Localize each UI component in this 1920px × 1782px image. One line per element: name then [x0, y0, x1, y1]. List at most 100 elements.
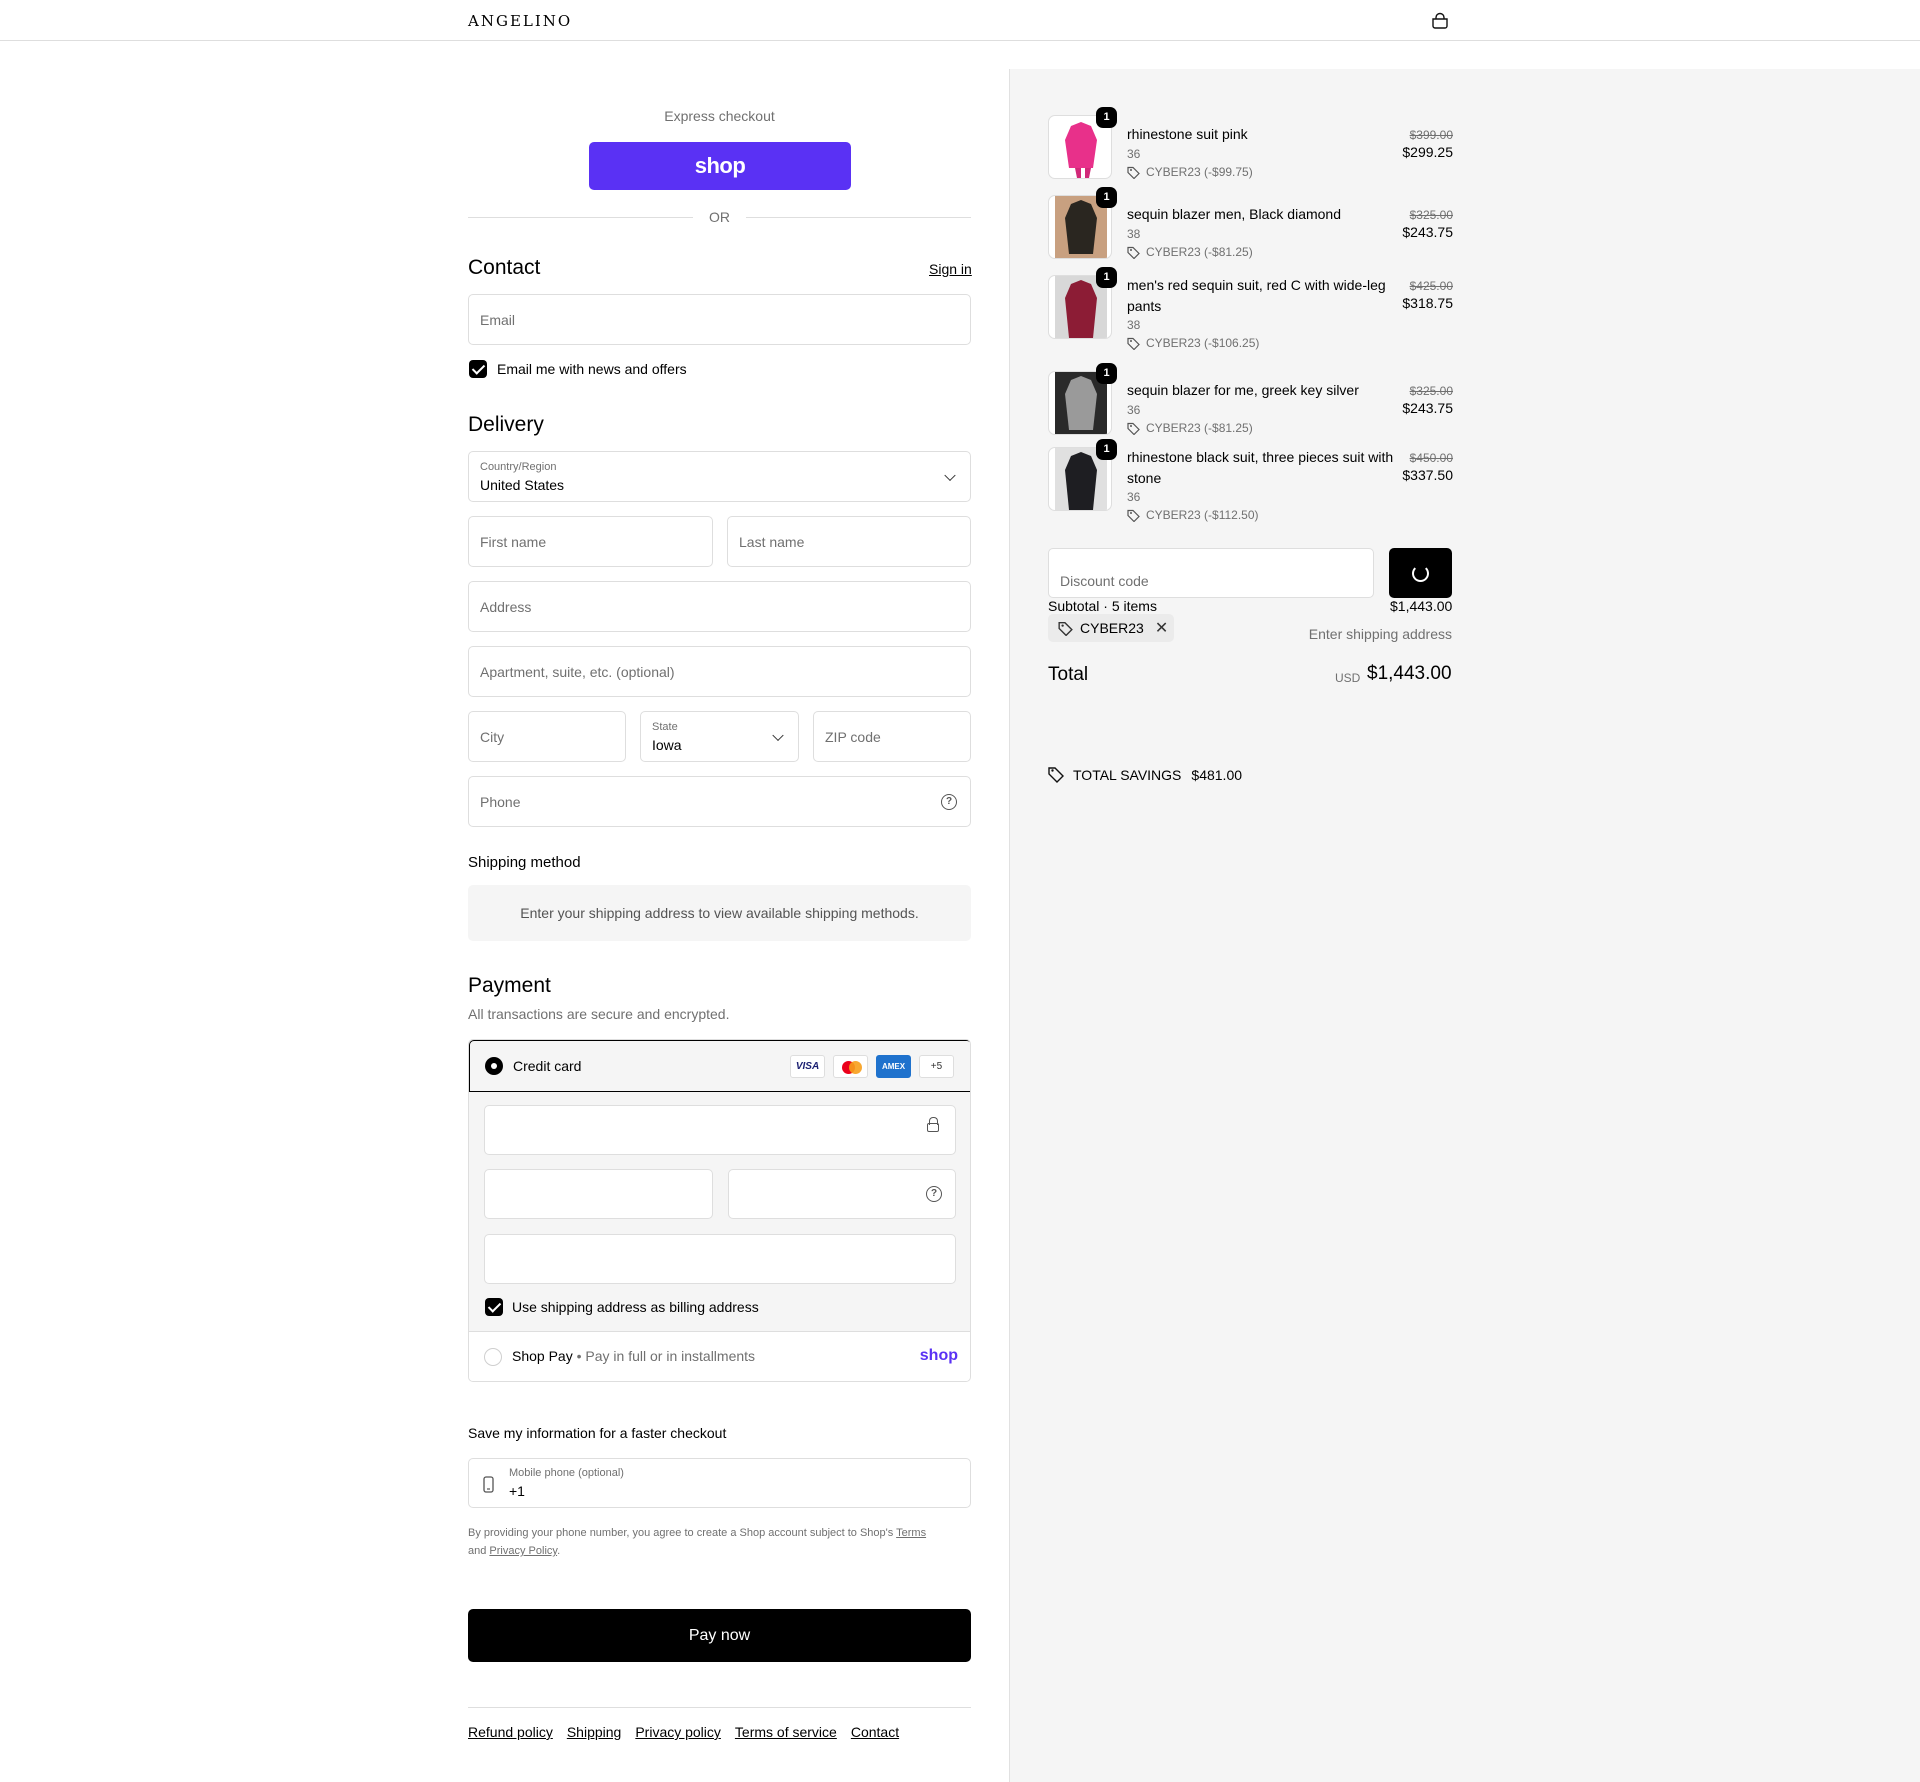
savings-label: TOTAL SAVINGS [1073, 766, 1182, 783]
payment-methods: Credit card VISA AMEX +5 ? Use shipping … [468, 1039, 971, 1382]
credit-card-radio[interactable] [485, 1057, 503, 1075]
close-icon[interactable]: ✕ [1155, 618, 1168, 638]
line-item: 1 rhinestone suit pink 36 CYBER23 (-$99.… [1048, 107, 1453, 185]
help-icon[interactable]: ? [941, 793, 957, 810]
lock-icon [927, 1117, 939, 1132]
or-divider: OR [468, 207, 971, 227]
shipping-policy-link[interactable]: Shipping [567, 1724, 622, 1740]
tag-icon [1127, 246, 1140, 259]
shop-pay-option[interactable]: Shop Pay • Pay in full or in installment… [469, 1331, 970, 1381]
zip-field[interactable]: ZIP code [813, 711, 971, 762]
discount-code-field[interactable]: Discount code [1048, 548, 1374, 598]
card-number-field[interactable] [484, 1105, 956, 1155]
shipping-methods-notice: Enter your shipping address to view avai… [468, 885, 971, 941]
quantity-badge: 1 [1096, 107, 1117, 128]
tag-icon [1127, 166, 1140, 179]
state-select[interactable]: State Iowa [640, 711, 799, 762]
item-discount: CYBER23 (-$106.25) [1127, 336, 1259, 350]
refund-policy-link[interactable]: Refund policy [468, 1724, 553, 1740]
discount-text: CYBER23 (-$81.25) [1146, 245, 1253, 259]
address-field[interactable]: Address [468, 581, 971, 632]
shop-pay-radio[interactable] [484, 1348, 502, 1366]
legal-notice: By providing your phone number, you agre… [468, 1524, 971, 1560]
chevron-down-icon [772, 729, 784, 741]
delivery-title: Delivery [468, 413, 544, 436]
footer-divider [468, 1707, 971, 1708]
terms-of-service-link[interactable]: Terms of service [735, 1724, 837, 1740]
country-label: Country/Region [480, 461, 557, 473]
discount-text: CYBER23 (-$99.75) [1146, 165, 1253, 179]
terms-link[interactable]: Terms [896, 1527, 926, 1539]
help-icon[interactable]: ? [926, 1186, 942, 1202]
item-variant: 36 [1127, 147, 1141, 161]
item-name: men's red sequin suit, red C with wide-l… [1127, 277, 1386, 314]
item-discount: CYBER23 (-$99.75) [1127, 165, 1253, 179]
mobile-phone-field[interactable]: Mobile phone (optional) +1 [468, 1458, 971, 1508]
shop-pay-subtitle: Pay in full or in installments [585, 1348, 756, 1364]
shipping-method-title: Shipping method [468, 854, 581, 871]
pay-now-button[interactable]: Pay now [468, 1609, 971, 1662]
quantity-badge: 1 [1096, 267, 1117, 288]
item-price: $243.75 [1402, 400, 1453, 416]
amex-icon: AMEX [876, 1055, 911, 1078]
phone-field[interactable]: Phone ? [468, 776, 971, 827]
credit-card-option[interactable]: Credit card VISA AMEX +5 [469, 1040, 970, 1092]
item-discount: CYBER23 (-$112.50) [1127, 508, 1259, 522]
payment-subtitle: All transactions are secure and encrypte… [468, 1006, 730, 1022]
apply-discount-button[interactable] [1389, 548, 1452, 598]
line-item: 1 men's red sequin suit, red C with wide… [1048, 267, 1453, 365]
applied-code: CYBER23 [1080, 620, 1144, 636]
privacy-policy-link[interactable]: Privacy policy [635, 1724, 721, 1740]
savings-value: $481.00 [1191, 766, 1243, 783]
footer-links: Refund policy Shipping Privacy policy Te… [468, 1724, 899, 1740]
first-name-placeholder: First name [480, 533, 547, 550]
credit-card-label: Credit card [513, 1058, 582, 1074]
contact-link[interactable]: Contact [851, 1724, 899, 1740]
phone-placeholder: Phone [480, 793, 521, 810]
bag-icon[interactable] [1430, 11, 1450, 31]
total-savings: TOTAL SAVINGS $481.00 [1048, 766, 1242, 783]
item-price: $318.75 [1402, 295, 1453, 311]
address-placeholder: Address [480, 598, 532, 615]
expiration-date-field[interactable] [484, 1169, 713, 1219]
subtotal-value: $1,443.00 [1390, 598, 1453, 614]
name-on-card-field[interactable] [484, 1234, 956, 1284]
first-name-field[interactable]: First name [468, 516, 713, 567]
item-discount: CYBER23 (-$81.25) [1127, 421, 1253, 435]
discount-text: CYBER23 (-$112.50) [1146, 508, 1259, 522]
store-logo[interactable]: ANGELINO [468, 12, 572, 30]
currency-code: USD [1335, 671, 1361, 685]
original-price: $399.00 [1409, 128, 1453, 142]
newsletter-label: Email me with news and offers [497, 361, 687, 377]
applied-discount-chip: CYBER23 ✕ [1048, 614, 1174, 642]
country-select[interactable]: Country/Region United States [468, 451, 971, 502]
header: ANGELINO [0, 0, 1920, 41]
item-price: $337.50 [1402, 467, 1453, 483]
email-field[interactable]: Email [468, 294, 971, 345]
sign-in-link[interactable]: Sign in [929, 261, 972, 277]
contact-title: Contact [468, 256, 541, 279]
item-variant: 38 [1127, 318, 1141, 332]
privacy-policy-link[interactable]: Privacy Policy [489, 1545, 557, 1557]
express-checkout-title: Express checkout [664, 108, 775, 124]
visa-icon: VISA [790, 1055, 825, 1078]
item-name: rhinestone suit pink [1127, 126, 1248, 142]
line-item: 1 sequin blazer for me, greek key silver… [1048, 363, 1453, 441]
mastercard-icon [833, 1055, 868, 1078]
tag-icon [1058, 621, 1073, 636]
newsletter-checkbox[interactable] [469, 360, 487, 378]
billing-address-checkbox[interactable] [485, 1298, 503, 1316]
billing-address-label: Use shipping address as billing address [512, 1299, 759, 1315]
city-field[interactable]: City [468, 711, 626, 762]
loading-spinner-icon [1412, 565, 1429, 582]
subtotal-label: Subtotal · 5 items [1048, 598, 1157, 614]
payment-title: Payment [468, 974, 551, 997]
legal-text: and [468, 1545, 490, 1557]
total-label: Total [1048, 664, 1089, 685]
shop-pay-express-button[interactable]: shop [589, 142, 851, 190]
security-code-field[interactable]: ? [728, 1169, 956, 1219]
last-name-field[interactable]: Last name [727, 516, 971, 567]
last-name-placeholder: Last name [739, 533, 805, 550]
apartment-field[interactable]: Apartment, suite, etc. (optional) [468, 646, 971, 697]
city-placeholder: City [480, 728, 505, 745]
